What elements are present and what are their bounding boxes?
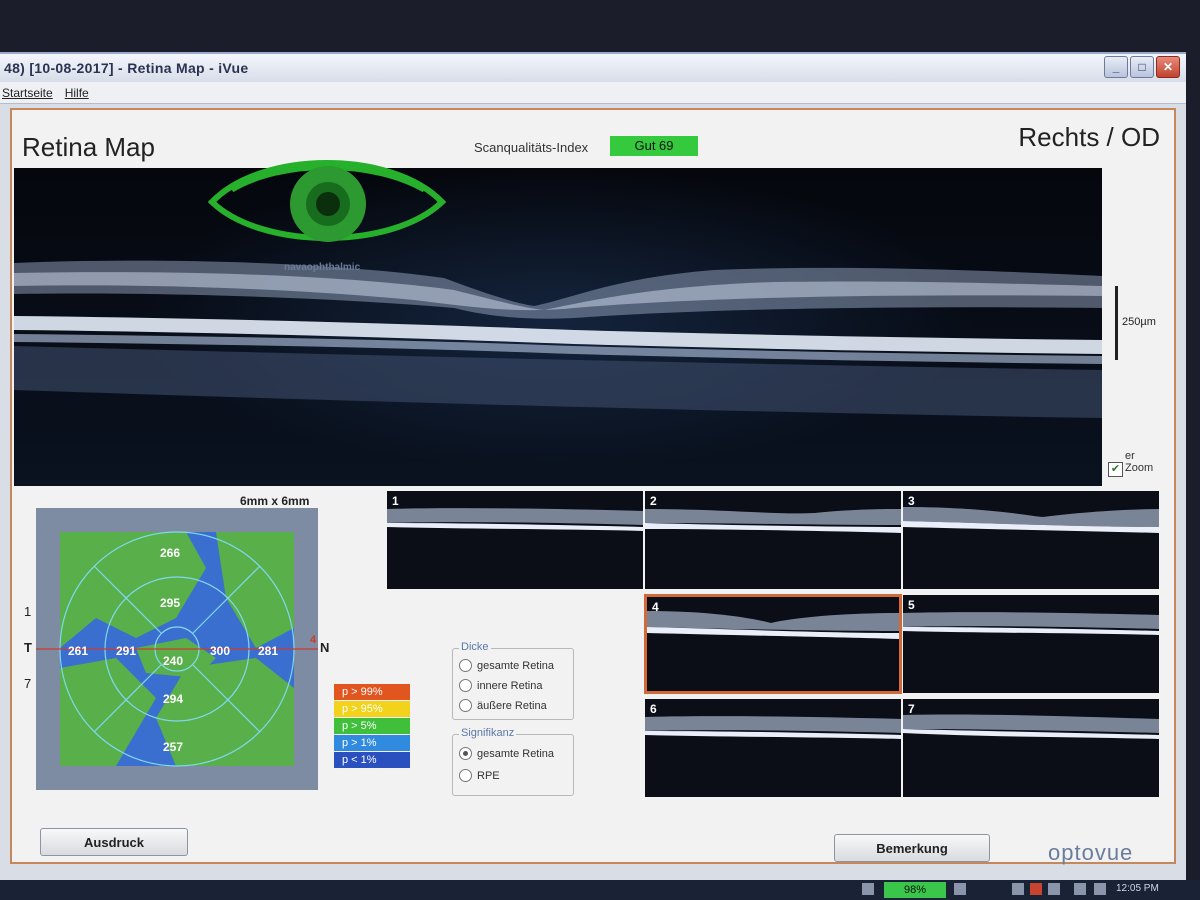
window-title: 48) [10-08-2017] - Retina Map - iVue [4,60,249,76]
radio-icon[interactable] [459,699,472,712]
scan-quality-label: Scanqualitäts-Index [474,140,589,155]
scan-thumbnail-6[interactable]: 6 [644,698,902,798]
logo-text: navaophthalmic [284,262,361,273]
dicke-group: Dicke gesamte Retina innere Retina äußer… [452,641,574,720]
dicke-option-innere[interactable]: innere Retina [459,679,542,692]
thumbnail-number: 2 [650,494,657,508]
thumbnail-scan-image [903,714,1159,739]
thumbnail-scan-image [647,611,899,639]
brand-logo: optovue [1048,840,1134,865]
legend-item-p5: p > 5% [334,718,410,734]
battery-indicator[interactable]: 98% [884,882,946,898]
thumbnail-scan-image [387,508,643,531]
axis-marker-line: 4 [310,634,317,646]
tray-icon[interactable] [1012,883,1024,895]
title-bar: 48) [10-08-2017] - Retina Map - iVue _ □… [0,54,1186,83]
dicke-option-aeussere[interactable]: äußere Retina [459,699,547,712]
dicke-option-label: äußere Retina [477,699,547,712]
scan-thumbnail-4[interactable]: 4 [644,594,902,694]
scale-bar [1115,286,1118,360]
thumbnail-number: 1 [392,494,399,508]
app-window: 48) [10-08-2017] - Retina Map - iVue _ □… [0,52,1186,884]
security-icon[interactable] [1030,883,1042,895]
zoom-label: er Zoom [1125,450,1154,474]
thumbnail-number: 6 [650,702,657,716]
map-value-inferior-inner: 294 [163,692,184,706]
oct-main-scan[interactable] [14,168,1102,486]
speaker-icon[interactable] [954,883,966,895]
thumbnail-scan-image [903,612,1159,635]
map-dimension: 6mm x 6mm [240,494,310,508]
tray-icon[interactable] [1048,883,1060,895]
scan-thumbnail-2[interactable]: 2 [644,490,902,590]
map-value-nasal-inner: 300 [210,644,231,658]
legend-item-p95: p > 95% [334,701,410,717]
map-value-inferior-outer: 257 [163,740,184,754]
signifikanz-option-label: RPE [477,769,500,782]
watermark-logo: navaophthalmic [202,150,452,300]
thickness-map[interactable]: 266 295 261 291 240 300 281 294 257 [36,508,318,790]
scale-label: 250µm [1122,316,1156,328]
thumbnail-number: 3 [908,494,915,508]
map-value-nasal-outer: 281 [258,644,279,658]
clock[interactable]: 12:05 PM [1116,883,1159,894]
map-value-temporal-inner: 291 [116,644,137,658]
significance-legend: p > 99% p > 95% p > 5% p > 1% p < 1% [334,684,410,769]
eye-label: Rechts / OD [1018,122,1160,152]
thumbnail-scan-image [645,509,901,533]
signifikanz-option-rpe[interactable]: RPE [459,769,500,782]
thumbnail-number: 4 [652,600,659,614]
oct-scan-image [14,168,1102,486]
thumbnail-number: 7 [908,702,915,716]
scan-thumbnail-3[interactable]: 3 [902,490,1160,590]
radio-icon[interactable] [459,659,472,672]
signifikanz-option-gesamte[interactable]: gesamte Retina [459,747,554,760]
scan-thumbnail-7[interactable]: 7 [902,698,1160,798]
maximize-button[interactable]: □ [1130,56,1154,78]
radio-icon[interactable] [459,679,472,692]
axis-label-nasal: N [320,640,330,655]
radio-icon[interactable] [459,769,472,782]
remark-button[interactable]: Bemerkung [834,834,990,862]
network-icon[interactable] [862,883,874,895]
menu-bar: Startseite Hilfe [0,82,1186,104]
dicke-option-label: gesamte Retina [477,659,555,672]
menu-item-hilfe[interactable]: Hilfe [65,82,89,103]
print-button[interactable]: Ausdruck [40,828,188,856]
menu-item-startseite[interactable]: Startseite [2,82,53,103]
retina-map-panel: Retina Map Rechts / OD Scanqualitäts-Ind… [10,108,1176,865]
dicke-option-gesamte[interactable]: gesamte Retina [459,659,554,672]
thumbnail-scan-image [645,716,901,739]
scan-thumbnail-1[interactable]: 1 [386,490,644,590]
dicke-group-title: Dicke [459,641,491,653]
minimize-button[interactable]: _ [1104,56,1128,78]
scan-thumbnail-5[interactable]: 5 [902,594,1160,694]
axis-label-temporal: T [24,640,32,655]
legend-item-p99: p > 99% [334,684,410,700]
dicke-option-label: innere Retina [477,679,543,692]
tray-icon[interactable] [1094,883,1106,895]
page-title: Retina Map [22,132,155,162]
thumbnail-number: 5 [908,598,915,612]
map-value-superior-inner: 295 [160,596,181,610]
map-value-temporal-outer: 261 [68,644,89,658]
signifikanz-group-title: Signifikanz [459,727,517,739]
zoom-checkbox[interactable]: ✔ [1108,462,1123,477]
eye-logo-icon [207,160,447,242]
taskbar: 98% 12:05 PM [0,880,1200,900]
window-controls: _ □ ✕ [1104,56,1180,78]
map-value-superior-outer: 266 [160,546,181,560]
scan-quality-value: Gut 69 [610,136,698,156]
signifikanz-option-label: gesamte Retina [477,747,555,760]
thumbnail-scan-image [903,507,1159,533]
legend-item-p1: p > 1% [334,735,410,751]
close-button[interactable]: ✕ [1156,56,1180,78]
signifikanz-group: Signifikanz gesamte Retina RPE [452,727,574,796]
legend-item-p-below-1: p < 1% [334,752,410,768]
map-value-center: 240 [163,654,184,668]
axis-label-line-top: 1 [24,604,32,619]
tray-icon[interactable] [1074,883,1086,895]
axis-label-line-bottom: 7 [24,676,32,691]
radio-selected-icon[interactable] [459,747,472,760]
